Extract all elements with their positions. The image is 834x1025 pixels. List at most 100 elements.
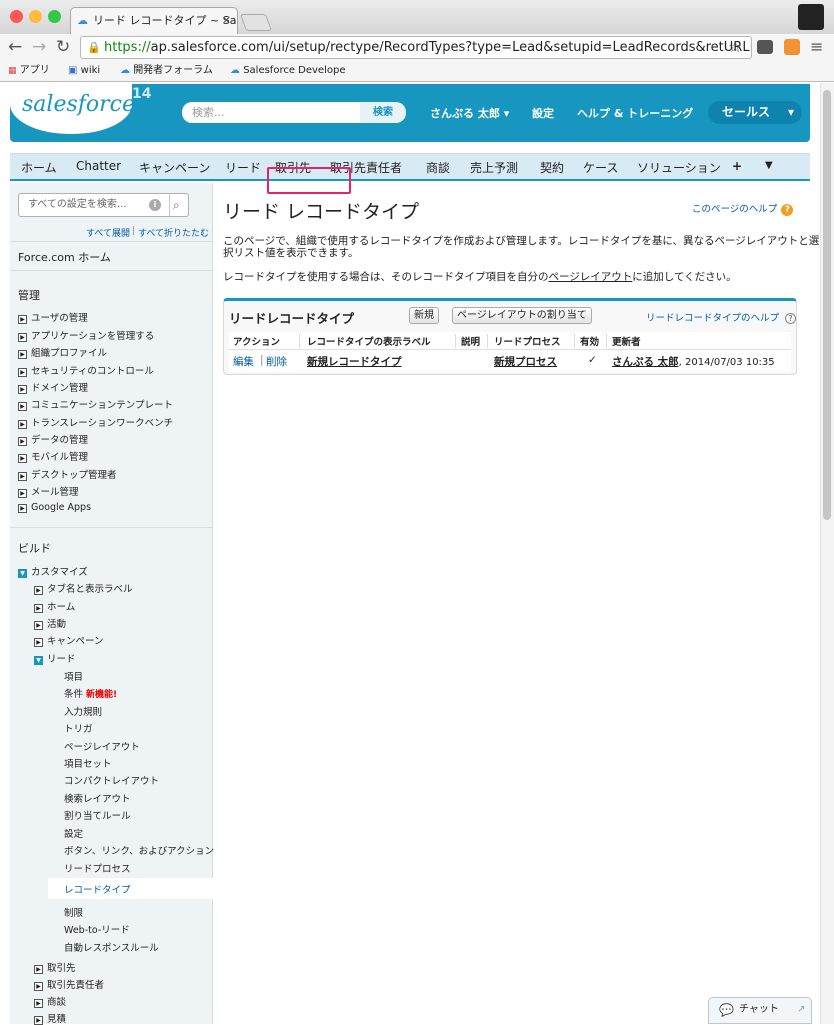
minimize-window-button[interactable]: [29, 10, 42, 23]
sidebar-item-search-layouts[interactable]: 検索レイアウト: [64, 791, 131, 805]
sidebar-item-home[interactable]: ▶ ホーム: [34, 599, 75, 613]
assign-page-layout-button[interactable]: ページレイアウトの割り当て: [452, 307, 592, 324]
sidebar-item-contacts[interactable]: ▶ 取引先責任者: [34, 977, 104, 991]
tab-forecasts[interactable]: 売上予測: [470, 159, 518, 176]
record-types-panel: リードレコードタイプ 新規 ページレイアウトの割り当て リードレコードタイプのヘ…: [223, 298, 797, 375]
sidebar-item-manage-users[interactable]: ▶ ユーザの管理: [18, 310, 88, 324]
sidebar-item-activities[interactable]: ▶ 活動: [34, 616, 66, 630]
sidebar-item-fields[interactable]: 項目: [64, 669, 83, 683]
sidebar-item-record-types[interactable]: レコードタイプ: [64, 882, 131, 896]
sidebar-item-manage-apps[interactable]: ▶ アプリケーションを管理する: [18, 328, 154, 342]
sidebar-item-compact-layouts[interactable]: コンパクトレイアウト: [64, 773, 159, 787]
sidebar-item-quotes[interactable]: ▶ 見積: [34, 1011, 66, 1025]
search-icon[interactable]: ⌕: [173, 194, 180, 216]
sidebar-item-email[interactable]: ▶ メール管理: [18, 484, 79, 498]
sidebar-item-domain[interactable]: ▶ ドメイン管理: [18, 380, 88, 394]
tab-cases[interactable]: ケース: [583, 159, 618, 176]
tab-contracts[interactable]: 契約: [540, 159, 564, 176]
tab-opportunities[interactable]: 商談: [426, 159, 450, 176]
chat-widget[interactable]: 💬 チャット ↗: [708, 997, 812, 1024]
address-bar[interactable]: 🔒 https://ap.salesforce.com/ui/setup/rec…: [80, 36, 752, 59]
sidebar-item-desktop[interactable]: ▶ デスクトップ管理者: [18, 467, 117, 481]
sidebar-item-auto-response[interactable]: 自動レスポンスルール: [64, 940, 159, 954]
sidebar-item-settings[interactable]: 設定: [64, 826, 83, 840]
sidebar-item-web-to-lead[interactable]: Web-to-リード: [64, 922, 130, 936]
sidebar-item-page-layouts[interactable]: ページレイアウト: [64, 739, 140, 753]
setup-link[interactable]: 設定: [532, 105, 554, 121]
sidebar-item-criteria[interactable]: 条件 新機能!: [64, 686, 117, 700]
browser-tab[interactable]: ☁ リード レコードタイプ ~ Sal ✕: [70, 7, 238, 34]
sidebar-item-translation[interactable]: ▶ トランスレーションワークベンチ: [18, 415, 173, 429]
sidebar-item-limits[interactable]: 制限: [64, 905, 83, 919]
pocket-icon[interactable]: [757, 40, 773, 54]
bookmark-wiki[interactable]: ▣ wiki: [68, 60, 100, 81]
chevron-down-icon[interactable]: ▼: [765, 160, 773, 171]
sidebar-item-google-apps[interactable]: ▶ Google Apps: [18, 502, 91, 513]
panel-help-link[interactable]: リードレコードタイプのヘルプ?: [646, 310, 797, 324]
zoom-window-button[interactable]: [48, 10, 61, 23]
app-switcher-button[interactable]: セールス ▾: [708, 101, 802, 124]
forward-icon[interactable]: →: [32, 37, 46, 57]
expand-all-link[interactable]: すべて展開: [86, 226, 130, 239]
help-link-label: このページのヘルプ: [692, 204, 778, 215]
salesforce-logo[interactable]: salesforce: [10, 84, 135, 134]
scrollbar-thumb[interactable]: [823, 90, 831, 520]
bookmark-apps[interactable]: ▦ アプリ: [8, 60, 50, 82]
sidebar-item-assignment-rules[interactable]: 割り当てルール: [64, 808, 131, 822]
sidebar-item-comm-templates[interactable]: ▶ コミュニケーションテンプレート: [18, 397, 173, 411]
sidebar-item-accounts[interactable]: ▶ 取引先: [34, 960, 76, 974]
close-tab-icon[interactable]: ✕: [222, 8, 231, 34]
help-training-link[interactable]: ヘルプ & トレーニング: [577, 105, 693, 121]
sidebar-item-customize[interactable]: ▼ カスタマイズ: [18, 564, 88, 578]
popout-arrow-icon[interactable]: ↗: [797, 998, 805, 1022]
user-menu[interactable]: さんぷる 太郎 ▾: [430, 105, 509, 121]
sidebar-item-field-sets[interactable]: 項目セット: [64, 756, 112, 770]
sidebar-item-tab-names[interactable]: ▶ タブ名と表示ラベル: [34, 581, 133, 595]
sidebar-item-buttons-links[interactable]: ボタン、リンク、およびアクション: [64, 843, 214, 857]
sidebar-item-campaigns[interactable]: ▶ キャンペーン: [34, 633, 104, 647]
apps-grid-icon: ▦: [8, 66, 17, 76]
bookmark-developer[interactable]: ☁ Salesforce Develope: [230, 60, 345, 81]
back-icon[interactable]: ←: [8, 37, 22, 57]
delete-link[interactable]: 削除: [266, 354, 287, 369]
page-layout-link[interactable]: ページレイアウト: [549, 271, 633, 283]
setup-search-input[interactable]: すべての設定を検索... i ⌕: [18, 193, 189, 217]
collapse-all-link[interactable]: すべて折りたたむ: [138, 226, 209, 239]
info-icon[interactable]: i: [149, 199, 161, 211]
sidebar-item-security[interactable]: ▶ セキュリティのコントロール: [18, 363, 154, 377]
annotation-highlight-box: [267, 167, 351, 194]
global-search-input[interactable]: 検索...: [182, 102, 360, 123]
help-icon: ?: [785, 313, 797, 324]
tab-chatter[interactable]: Chatter: [76, 159, 121, 173]
tab-home[interactable]: ホーム: [21, 159, 57, 176]
sidebar-item-leads[interactable]: ▼ リード: [34, 651, 76, 665]
sidebar-item-validation[interactable]: 入力規則: [64, 704, 102, 718]
reload-icon[interactable]: ↻: [56, 37, 70, 57]
lead-process-link[interactable]: 新規プロセス: [494, 354, 557, 369]
sidebar-item-opportunities[interactable]: ▶ 商談: [34, 994, 66, 1008]
close-window-button[interactable]: [10, 10, 23, 23]
sidebar-item-label: 条件: [64, 689, 84, 700]
force-home-link[interactable]: Force.com ホーム: [18, 249, 111, 265]
sidebar-item-lead-processes[interactable]: リードプロセス: [64, 861, 131, 875]
sidebar-item-data[interactable]: ▶ データの管理: [18, 432, 88, 446]
record-type-label-link[interactable]: 新規レコードタイプ: [307, 354, 402, 369]
menu-icon[interactable]: ≡: [810, 37, 823, 57]
search-button[interactable]: 検索: [360, 102, 406, 123]
new-tab-button[interactable]: [239, 14, 273, 31]
tab-campaigns[interactable]: キャンペーン: [139, 159, 210, 176]
page-help-link[interactable]: このページのヘルプ?: [692, 201, 794, 216]
edit-link[interactable]: 編集: [233, 354, 254, 369]
profile-avatar[interactable]: [798, 4, 824, 30]
sidebar-item-company-profile[interactable]: ▶ 組織プロファイル: [18, 345, 107, 359]
bookmark-forum[interactable]: ☁ 開発者フォーラム: [120, 60, 213, 81]
new-button[interactable]: 新規: [409, 307, 439, 324]
sidebar-item-triggers[interactable]: トリガ: [64, 721, 93, 735]
sidebar-item-mobile[interactable]: ▶ モバイル管理: [18, 449, 88, 463]
star-icon[interactable]: ☆: [728, 37, 742, 57]
updated-by-user-link[interactable]: さんぷる 太郎: [612, 356, 679, 368]
tab-leads[interactable]: リード: [225, 159, 261, 176]
tab-solutions[interactable]: ソリューション: [637, 159, 721, 176]
extension-icon[interactable]: [784, 39, 800, 55]
all-tabs-plus-icon[interactable]: +: [732, 159, 742, 173]
